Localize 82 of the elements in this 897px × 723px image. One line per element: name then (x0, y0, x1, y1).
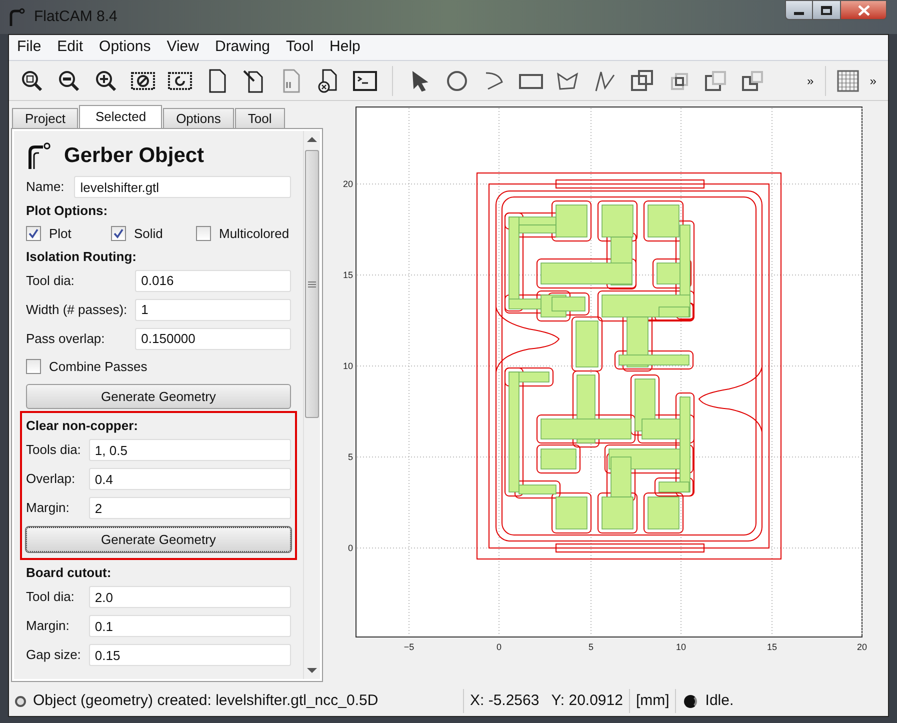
menu-item[interactable]: Help (330, 36, 360, 59)
field-label: Tool dia: (26, 272, 76, 290)
y-tick-label: 15 (342, 270, 353, 280)
toolbar-overflow[interactable]: » (807, 72, 814, 90)
input-field[interactable]: 2.0 (88, 586, 291, 608)
input-field[interactable]: 0.4 (88, 468, 291, 490)
x-tick-label: −5 (404, 642, 414, 652)
field-label: Tools dia: (26, 441, 82, 460)
scroll-down-icon[interactable] (307, 668, 317, 673)
status-light-icon (15, 696, 26, 706)
checkbox-label: Solid (134, 225, 163, 243)
section-heading: Clear non-copper: (26, 417, 139, 436)
maximize-button[interactable] (813, 0, 840, 20)
maximize-icon (821, 6, 832, 14)
section-heading: Board cutout: (26, 564, 112, 582)
units-label: [mm] (636, 690, 670, 711)
x-tick-label: 10 (676, 642, 686, 652)
x-tick-label: 5 (588, 642, 594, 652)
checkbox[interactable] (196, 226, 211, 242)
scroll-up-icon[interactable] (307, 137, 317, 142)
name-field[interactable]: levelshifter.gtl (74, 176, 291, 198)
checkbox[interactable] (26, 358, 41, 374)
y-tick-label: 5 (348, 452, 353, 462)
field-label: Margin: (26, 499, 70, 518)
minimize-icon (794, 12, 804, 14)
app-logo-icon (8, 7, 26, 27)
checkbox-label: Combine Passes (49, 358, 148, 376)
window-title: FlatCAM 8.4 (34, 6, 118, 27)
field-label: Margin: (26, 617, 70, 636)
field-label: Name: (26, 178, 66, 196)
busy-indicator-icon (684, 694, 698, 708)
input-field[interactable]: 0.150000 (135, 328, 291, 350)
input-field[interactable]: 0.016 (135, 270, 291, 292)
x-tick-label: 0 (496, 642, 502, 652)
object-title: Gerber Object (64, 143, 204, 170)
tab[interactable]: Tool (234, 108, 285, 128)
tab[interactable]: Project (12, 108, 78, 128)
input-field[interactable]: 1, 0.5 (88, 439, 291, 461)
menu-item[interactable]: Drawing (214, 36, 270, 59)
menu-item[interactable]: Edit (57, 36, 84, 59)
x-tick-label: 20 (857, 642, 867, 652)
checkbox[interactable] (111, 226, 126, 242)
section-heading: Isolation Routing: (26, 248, 138, 266)
generate-geometry-button[interactable]: Generate Geometry (26, 527, 291, 552)
grip-icon (308, 280, 316, 288)
field-label: Overlap: (26, 470, 76, 488)
field-label: Width (# passes): (26, 300, 128, 319)
field-label: Tool dia: (26, 588, 76, 606)
scrollbar[interactable] (303, 131, 320, 679)
scroll-thumb[interactable] (305, 150, 319, 418)
input-field[interactable]: 1 (135, 298, 291, 320)
minimize-button[interactable] (785, 0, 813, 20)
input-field[interactable]: 2 (88, 497, 291, 519)
gerber-icon (26, 142, 52, 170)
tab[interactable]: Selected (79, 105, 162, 128)
y-tick-label: 10 (342, 361, 353, 371)
x-coordinate: X: -5.2563 (470, 690, 540, 711)
checkbox-label: Plot (49, 225, 72, 243)
status-message: Object (geometry) created: levelshifter.gtl_ncc_0.5D (33, 690, 380, 711)
field-label: Gap size: (26, 646, 82, 664)
generate-geometry-button[interactable]: Generate Geometry (26, 384, 291, 409)
x-tick-label: 15 (767, 642, 777, 652)
y-tick-label: 20 (342, 179, 353, 189)
activity-status: Idle. (705, 690, 734, 711)
input-field[interactable]: 0.1 (88, 615, 291, 637)
checkbox[interactable] (26, 226, 41, 242)
union-icon[interactable] (629, 68, 655, 94)
menu-item[interactable]: File (17, 36, 42, 59)
close-icon (858, 4, 870, 16)
y-coordinate: Y: 20.0912 (551, 690, 624, 711)
checkbox-label: Multicolored (219, 225, 290, 243)
menu-item[interactable]: View (166, 36, 199, 59)
toolbar-overflow[interactable]: » (870, 72, 876, 90)
y-tick-label: 0 (348, 543, 353, 553)
section-heading: Plot Options: (26, 202, 109, 220)
menu-item[interactable]: Tool (286, 36, 314, 59)
field-label: Pass overlap: (26, 330, 106, 348)
tab[interactable]: Options (163, 108, 234, 128)
close-button[interactable] (840, 0, 887, 20)
menu-item[interactable]: Options (99, 36, 151, 59)
input-field[interactable]: 0.15 (88, 644, 291, 666)
grid-icon[interactable] (836, 70, 859, 92)
